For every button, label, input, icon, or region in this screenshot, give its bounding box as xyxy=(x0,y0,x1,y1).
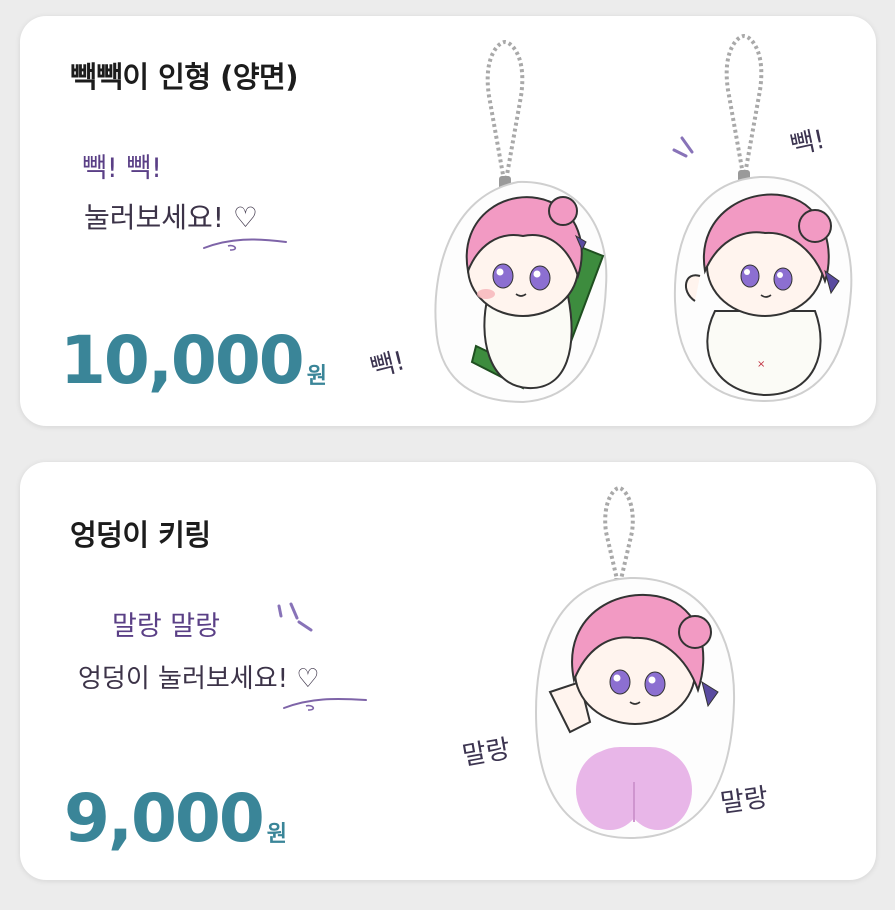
doll-front-illustration xyxy=(434,180,608,404)
sfx-text: 빽! xyxy=(787,124,828,162)
sfx-text: 말랑 xyxy=(718,782,771,820)
price-number: 10,000 xyxy=(60,322,305,399)
motion-lines-decoration xyxy=(277,602,313,632)
butt-keyring-illustration xyxy=(534,576,736,840)
sfx-text: 말랑 xyxy=(460,734,513,772)
tagline-press: 눌러보세요! ♡ xyxy=(84,201,259,234)
price-unit: 원 xyxy=(266,822,288,847)
keychain-chain-icon xyxy=(724,33,764,184)
keychain-chain-icon xyxy=(485,39,525,190)
price-unit: 원 xyxy=(306,364,327,389)
tagline-sound: 빽! 빽! xyxy=(82,153,162,184)
sfx-text: 빽! xyxy=(367,346,409,384)
product-title: 엉덩이 키링 xyxy=(70,518,211,552)
product-card-keyring[interactable]: 엉덩이 키링 말랑 말랑 엉덩이 눌러보세요! ♡ 9,000 원 말랑 말랑 xyxy=(20,462,876,880)
product-title: 빽빽이 인형 (양면) xyxy=(70,60,298,94)
svg-text:×: × xyxy=(757,359,765,370)
tagline-press: 엉덩이 눌러보세요! ♡ xyxy=(78,664,320,694)
product-card-doll[interactable]: 빽빽이 인형 (양면) 빽! 빽! 눌러보세요! ♡ 10,000 원 × 빽!… xyxy=(20,16,876,426)
tagline-squishy: 말랑 말랑 xyxy=(112,611,220,642)
motion-lines-decoration xyxy=(672,136,694,158)
swoosh-decoration xyxy=(203,238,287,251)
price-number: 9,000 xyxy=(64,780,265,857)
price: 10,000 원 xyxy=(60,322,327,399)
doll-back-illustration: × xyxy=(673,175,853,403)
swoosh-decoration xyxy=(283,697,367,711)
price: 9,000 원 xyxy=(64,780,287,857)
